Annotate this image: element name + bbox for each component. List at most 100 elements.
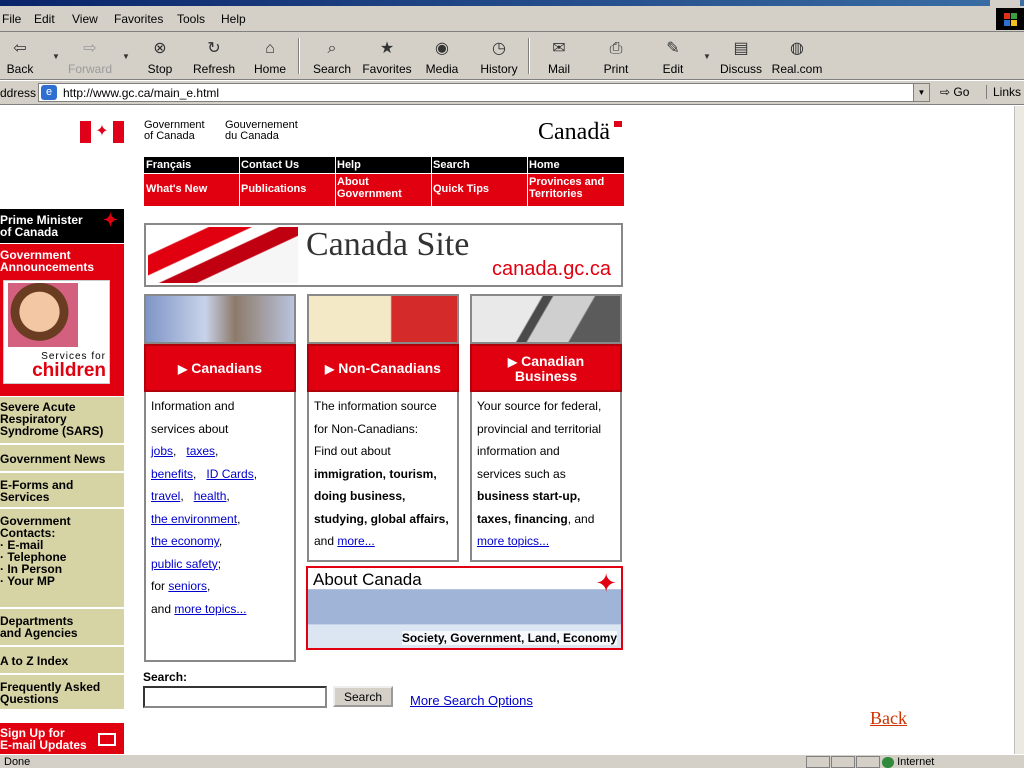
status-cell xyxy=(831,756,855,768)
link-public-safety[interactable]: public safety xyxy=(151,557,218,571)
nav-whats-new[interactable]: What's New xyxy=(146,183,207,195)
search-submit-button[interactable]: Search xyxy=(333,686,393,707)
canadians-button[interactable]: ▶ Canadians xyxy=(144,344,296,392)
link-health[interactable]: health xyxy=(194,489,227,503)
links-button[interactable]: Links xyxy=(986,85,1021,99)
realcom-button[interactable]: ◍ Real.com xyxy=(771,32,823,80)
search-input[interactable] xyxy=(143,686,327,708)
link-jobs[interactable]: jobs xyxy=(151,444,173,458)
back-dropdown-icon[interactable]: ▼ xyxy=(52,52,60,61)
windows-logo-icon xyxy=(996,8,1024,30)
sidebar-item-departments[interactable]: Departments and Agencies xyxy=(0,609,124,647)
business-button[interactable]: ▶ Canadian Business xyxy=(470,344,622,392)
services-for-children-banner[interactable]: Services for children xyxy=(3,280,110,384)
canadians-photo xyxy=(144,294,296,344)
canada-wordmark: Canadä xyxy=(538,119,610,145)
address-url[interactable]: http://www.gc.ca/main_e.html xyxy=(63,86,219,100)
link-business-more-topics[interactable]: more topics... xyxy=(477,534,549,548)
toolbar-separator xyxy=(298,38,300,74)
nav-home[interactable]: Home xyxy=(529,159,560,171)
link-benefits[interactable]: benefits xyxy=(151,467,193,481)
discuss-button[interactable]: ▤ Discuss xyxy=(719,32,763,80)
favorites-icon: ★ xyxy=(379,40,395,57)
menu-view[interactable]: View xyxy=(72,12,98,26)
sidebar-item-faq[interactable]: Frequently Asked Questions xyxy=(0,675,124,711)
menu-tools[interactable]: Tools xyxy=(177,12,205,26)
nav-francais[interactable]: Français xyxy=(146,159,191,171)
sidebar-announcements[interactable]: Government Announcements Services for chi… xyxy=(0,244,124,396)
refresh-button[interactable]: ↻ Refresh xyxy=(192,32,236,80)
address-input[interactable]: e http://www.gc.ca/main_e.html ▼ xyxy=(38,83,930,102)
more-search-options-link[interactable]: More Search Options xyxy=(410,693,533,708)
sidebar-item-a-to-z[interactable]: A to Z Index xyxy=(0,647,124,675)
menu-favorites[interactable]: Favorites xyxy=(114,12,163,26)
play-triangle-icon: ▶ xyxy=(507,355,518,369)
home-button[interactable]: ⌂ Home xyxy=(252,32,288,80)
link-non-canadians-more[interactable]: more... xyxy=(337,534,374,548)
print-button[interactable]: ⎙ Print xyxy=(602,32,630,80)
media-button[interactable]: ◉ Media xyxy=(424,32,460,80)
search-icon: ⌕ xyxy=(327,40,337,57)
link-id-cards[interactable]: ID Cards xyxy=(206,467,253,481)
history-button[interactable]: ◷ History xyxy=(479,32,519,80)
wordmark-flag-icon xyxy=(614,121,622,127)
back-arrow-icon: ⇦ xyxy=(13,40,27,57)
nav-about-government[interactable]: About Government xyxy=(337,176,402,200)
canada-site-banner[interactable]: Canada Site canada.gc.ca xyxy=(144,223,623,287)
link-economy[interactable]: the economy xyxy=(151,534,219,548)
address-dropdown-icon[interactable]: ▼ xyxy=(913,84,929,101)
business-photo xyxy=(470,294,622,344)
edit-icon: ✎ xyxy=(666,40,680,57)
search-button[interactable]: ⌕ Search xyxy=(312,32,352,80)
security-zone: Internet xyxy=(882,756,934,768)
link-taxes[interactable]: taxes xyxy=(186,444,215,458)
back-link[interactable]: Back xyxy=(870,708,907,729)
menu-help[interactable]: Help xyxy=(221,12,246,26)
history-icon: ◷ xyxy=(492,40,506,57)
nav-search[interactable]: Search xyxy=(433,159,470,171)
mail-button[interactable]: ✉ Mail xyxy=(544,32,574,80)
contact-your-mp-link[interactable]: · Your MP xyxy=(0,575,124,587)
forward-dropdown-icon[interactable]: ▼ xyxy=(122,52,130,61)
go-button[interactable]: ⇨ Go xyxy=(940,85,969,99)
edit-dropdown-icon[interactable]: ▼ xyxy=(703,52,711,61)
forward-button[interactable]: ⇨ Forward xyxy=(66,32,114,80)
link-seniors[interactable]: seniors xyxy=(168,579,207,593)
menu-edit[interactable]: Edit xyxy=(34,12,55,26)
nav-provinces-territories[interactable]: Provinces and Territories xyxy=(529,176,604,200)
sidebar-prime-minister[interactable]: Prime Minister of Canada ✦ xyxy=(0,209,124,243)
sidebar-signup-email[interactable]: Sign Up for E-mail Updates xyxy=(0,723,124,754)
favorites-button[interactable]: ★ Favorites xyxy=(362,32,412,80)
nav-quick-tips[interactable]: Quick Tips xyxy=(433,183,489,195)
link-environment[interactable]: the environment xyxy=(151,512,237,526)
main-menu-bar: What's New Publications About Government … xyxy=(144,174,624,206)
page-icon: e xyxy=(41,85,57,100)
nav-publications[interactable]: Publications xyxy=(241,183,306,195)
menu-file[interactable]: File xyxy=(2,12,21,26)
forward-arrow-icon: ⇨ xyxy=(83,40,97,57)
toolbar: ⇦ Back ▼ ⇨ Forward ▼ ⊗ Stop ↻ Refresh ⌂ … xyxy=(0,32,1024,80)
about-canada-subtitle: Society, Government, Land, Economy xyxy=(401,631,617,645)
search-label: Search: xyxy=(143,670,188,684)
menu-bar: File Edit View Favorites Tools Help xyxy=(0,6,1024,32)
sidebar-item-sars[interactable]: Severe Acute Respiratory Syndrome (SARS) xyxy=(0,397,124,445)
canada-flag-icon: ✦ xyxy=(80,121,124,143)
sidebar-item-eforms[interactable]: E-Forms and Services xyxy=(0,473,124,509)
vertical-scrollbar[interactable] xyxy=(1014,106,1024,754)
address-label: ddress xyxy=(0,86,37,100)
link-travel[interactable]: travel xyxy=(151,489,180,503)
back-button[interactable]: ⇦ Back xyxy=(2,32,38,80)
about-canada-banner[interactable]: About Canada ✦ Society, Government, Land… xyxy=(306,566,623,650)
sidebar-item-government-news[interactable]: Government News xyxy=(0,445,124,473)
edit-button[interactable]: ✎ Edit xyxy=(660,32,686,80)
maple-leaf-icon: ✦ xyxy=(102,210,118,230)
print-icon: ⎙ xyxy=(609,40,623,57)
sidebar-item-contacts: Government Contacts: · E-mail · Telephone… xyxy=(0,509,124,609)
nav-contact-us[interactable]: Contact Us xyxy=(241,159,299,171)
child-photo xyxy=(8,283,78,347)
link-canadians-more-topics[interactable]: more topics... xyxy=(174,602,246,616)
nav-help[interactable]: Help xyxy=(337,159,361,171)
stop-button[interactable]: ⊗ Stop xyxy=(144,32,176,80)
mail-icon: ✉ xyxy=(552,40,566,57)
non-canadians-button[interactable]: ▶ Non-Canadians xyxy=(307,344,459,392)
